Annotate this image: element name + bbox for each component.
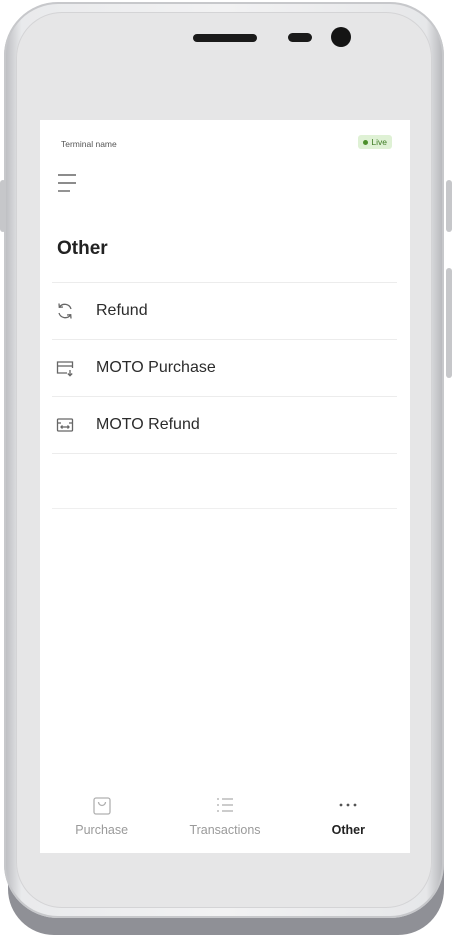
live-badge-label: Live <box>371 137 387 147</box>
volume-down-button <box>446 268 452 378</box>
list-item-refund[interactable]: Refund <box>52 282 397 339</box>
terminal-name: Terminal name <box>61 139 117 149</box>
list-item-label: MOTO Refund <box>96 416 200 433</box>
live-status-badge: Live <box>358 135 392 149</box>
nav-label: Other <box>331 823 365 837</box>
list-item-moto-refund[interactable]: MOTO Refund <box>52 396 397 454</box>
front-camera <box>331 27 351 47</box>
earpiece-speaker <box>193 34 257 42</box>
volume-up-button <box>446 180 452 232</box>
card-exchange-icon <box>54 414 76 436</box>
card-download-icon <box>54 357 76 379</box>
bottom-navigation: Purchase Transactions Other <box>40 785 410 853</box>
list-icon <box>214 793 236 817</box>
proximity-sensor <box>288 33 312 42</box>
nav-item-purchase[interactable]: Purchase <box>40 785 163 853</box>
nav-label: Purchase <box>75 823 129 837</box>
nav-item-other[interactable]: Other <box>287 785 410 853</box>
shopping-bag-icon <box>91 793 113 817</box>
more-dots-icon <box>337 793 359 817</box>
nav-item-transactions[interactable]: Transactions <box>163 785 286 853</box>
power-button <box>0 180 6 232</box>
list-item-moto-purchase[interactable]: MOTO Purchase <box>52 339 397 396</box>
hamburger-menu-icon[interactable] <box>57 172 77 194</box>
other-options-list: Refund MOTO Purchase MOTO Refund <box>52 282 397 454</box>
live-dot-icon <box>363 139 369 145</box>
refresh-icon <box>54 300 76 322</box>
page-title: Other <box>57 238 108 259</box>
list-item-label: Refund <box>96 302 148 319</box>
nav-label: Transactions <box>189 823 261 837</box>
divider <box>52 508 397 509</box>
list-item-label: MOTO Purchase <box>96 359 216 376</box>
app-screen: Terminal name Live Other Refund MOTO Pur… <box>40 120 410 853</box>
